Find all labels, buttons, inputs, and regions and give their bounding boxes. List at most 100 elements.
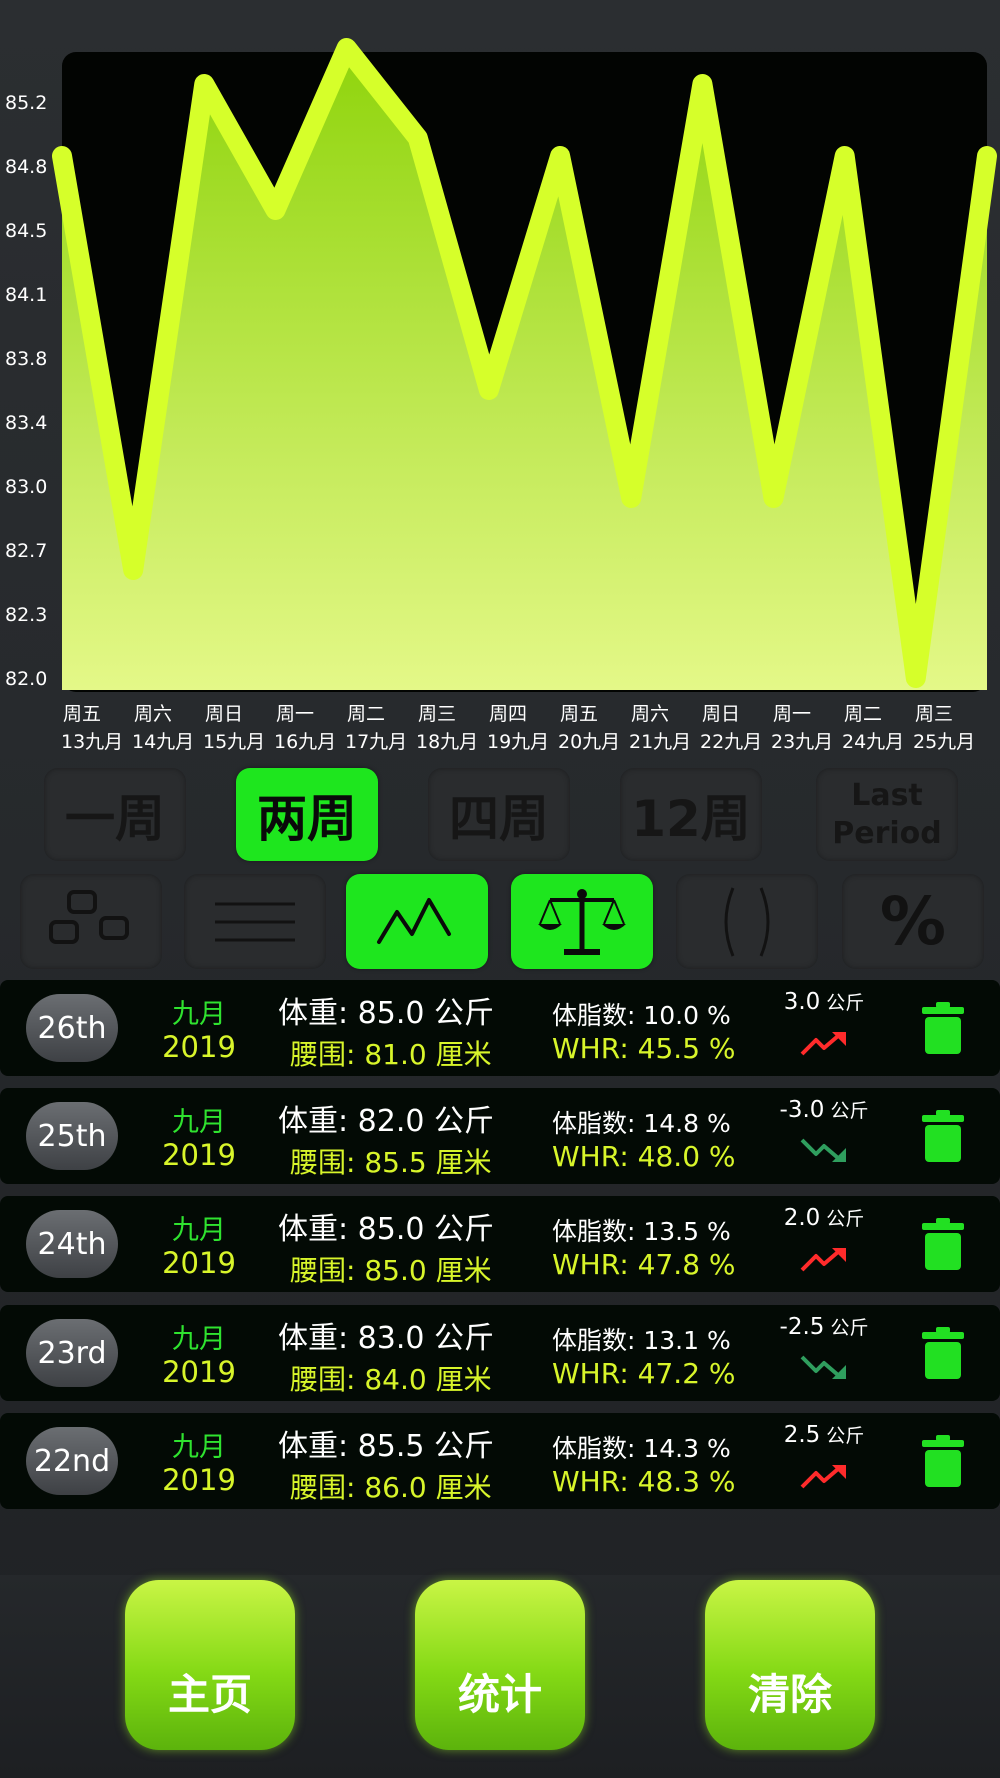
entry-body-fat: 体脂数: 14.8 % (552, 1109, 731, 1138)
list-item[interactable]: 23rd 九月 2019 体重: 83.0 公斤 腰围: 84.0 厘米 体脂数: 13.… (0, 1305, 1000, 1401)
x-date-label: 20九月 (558, 731, 620, 753)
period-last-period-button[interactable]: Last Period (816, 768, 958, 861)
data-point (629, 496, 634, 500)
x-weekday-label: 周一 (276, 703, 314, 725)
data-point (700, 82, 705, 86)
entry-waist: 腰围: 81.0 厘米 (290, 1038, 492, 1071)
period-two-weeks-button[interactable]: 两周 (236, 768, 378, 861)
delta-unit: 公斤 (830, 1317, 869, 1339)
period-label-line2: Period (832, 815, 942, 851)
entry-delta: 2.5 公斤 (764, 1421, 884, 1448)
list-item[interactable]: 22nd 九月 2019 体重: 85.5 公斤 腰围: 86.0 厘米 体脂数: 14.… (0, 1413, 1000, 1509)
entry-year: 2019 (162, 1355, 236, 1389)
data-point (558, 154, 563, 158)
clear-label: 清除 (747, 1670, 832, 1719)
day-badge: 23rd (26, 1319, 118, 1387)
data-point (415, 136, 420, 140)
entry-body-fat: 体脂数: 13.5 % (552, 1217, 731, 1246)
trash-icon[interactable] (922, 1002, 964, 1054)
period-four-weeks-button[interactable]: 四周 (428, 768, 570, 861)
y-tick-label: 82.0 (5, 668, 47, 690)
mode-list-button[interactable] (184, 874, 326, 969)
entry-year: 2019 (162, 1138, 236, 1172)
data-point (913, 676, 918, 680)
x-date-label: 13九月 (61, 731, 123, 753)
entry-month: 九月 (172, 999, 226, 1030)
delta-value: 2.5 (783, 1422, 821, 1448)
mode-tiles-button[interactable] (20, 874, 162, 969)
weight-chart: 85.2 84.8 84.5 84.1 83.8 83.4 83.0 82.7 82.3 82.0… (5, 38, 997, 753)
x-date-label: 17九月 (345, 731, 407, 753)
delta-value: 2.0 (783, 1205, 821, 1231)
entry-year: 2019 (162, 1246, 236, 1280)
mode-weight-button[interactable] (511, 874, 653, 969)
x-date-label: 16九月 (274, 731, 336, 753)
app-screen: 85.2 84.8 84.5 84.1 83.8 83.4 83.0 82.7 82.3 82.0… (0, 0, 1000, 1778)
mode-percent-button[interactable]: % (842, 874, 984, 969)
y-tick-label: 84.8 (5, 156, 47, 178)
entry-month: 九月 (172, 1324, 226, 1355)
trash-icon[interactable] (922, 1218, 964, 1270)
x-weekday-label: 周四 (489, 703, 527, 725)
y-tick-label: 84.5 (5, 220, 47, 242)
entry-whr: WHR: 48.0 % (552, 1140, 736, 1173)
data-point (771, 496, 776, 500)
entry-weight: 体重: 85.0 公斤 (278, 1212, 494, 1247)
day-badge: 25th (26, 1102, 118, 1170)
entry-body-fat: 体脂数: 14.3 % (552, 1434, 731, 1463)
home-label: 主页 (167, 1670, 252, 1719)
x-weekday-label: 周日 (702, 703, 740, 725)
balance-scale-icon (538, 888, 626, 955)
list-lines-icon (215, 902, 295, 941)
list-item[interactable]: 24th 九月 2019 体重: 85.0 公斤 腰围: 85.0 厘米 体脂数: 13.… (0, 1196, 1000, 1292)
entry-delta: 2.0 公斤 (764, 1204, 884, 1231)
entry-whr: WHR: 47.8 % (552, 1248, 736, 1281)
percent-icon: % (879, 883, 947, 960)
y-tick-label: 83.0 (5, 476, 47, 498)
x-weekday-label: 周日 (205, 703, 243, 725)
period-label: 四周 (449, 789, 549, 848)
x-date-label: 19九月 (487, 731, 549, 753)
list-item[interactable]: 25th 九月 2019 体重: 82.0 公斤 腰围: 85.5 厘米 体脂数: 14.… (0, 1088, 1000, 1184)
stats-button[interactable]: 统计 (415, 1580, 585, 1750)
x-date-label: 15九月 (203, 731, 265, 753)
x-weekday-label: 周一 (773, 703, 811, 725)
period-twelve-weeks-button[interactable]: 12周 (620, 768, 762, 861)
line-chart-icon (377, 897, 451, 944)
y-tick-label: 82.7 (5, 540, 47, 562)
trash-icon[interactable] (922, 1435, 964, 1487)
x-weekday-label: 周三 (418, 703, 456, 725)
day-badge: 22nd (26, 1427, 118, 1495)
trash-icon[interactable] (922, 1327, 964, 1379)
clear-button[interactable]: 清除 (705, 1580, 875, 1750)
entry-month: 九月 (172, 1215, 226, 1246)
data-point (131, 568, 136, 572)
period-one-week-button[interactable]: 一周 (44, 768, 186, 861)
y-tick-label: 83.4 (5, 412, 47, 434)
x-date-label: 14九月 (132, 731, 194, 753)
entry-delta: -3.0 公斤 (764, 1096, 884, 1123)
entry-weight: 体重: 83.0 公斤 (278, 1321, 494, 1356)
trend-down-icon (800, 1138, 846, 1162)
trash-icon[interactable] (922, 1110, 964, 1162)
period-label-line1: Last (851, 777, 923, 813)
mode-line-chart-button[interactable] (346, 874, 488, 969)
x-date-label: 18九月 (416, 731, 478, 753)
home-button[interactable]: 主页 (125, 1580, 295, 1750)
entry-delta: 3.0 公斤 (764, 988, 884, 1015)
y-tick-label: 82.3 (5, 604, 47, 626)
y-tick-label: 85.2 (5, 92, 47, 114)
y-tick-label: 84.1 (5, 284, 47, 306)
list-item[interactable]: 26th 九月 2019 体重: 85.0 公斤 腰围: 81.0 厘米 体脂数: 10.… (0, 980, 1000, 1076)
x-weekday-label: 周三 (915, 703, 953, 725)
entry-waist: 腰围: 86.0 厘米 (290, 1471, 492, 1504)
x-weekday-label: 周二 (844, 703, 882, 725)
x-weekday-label: 周二 (347, 703, 385, 725)
entry-year: 2019 (162, 1463, 236, 1497)
delta-unit: 公斤 (826, 1425, 865, 1447)
delta-value: 3.0 (783, 989, 821, 1015)
delta-value: -3.0 (779, 1097, 825, 1123)
entry-month: 九月 (172, 1432, 226, 1463)
mode-waist-button[interactable] (676, 874, 818, 969)
period-label: 12周 (631, 789, 751, 848)
